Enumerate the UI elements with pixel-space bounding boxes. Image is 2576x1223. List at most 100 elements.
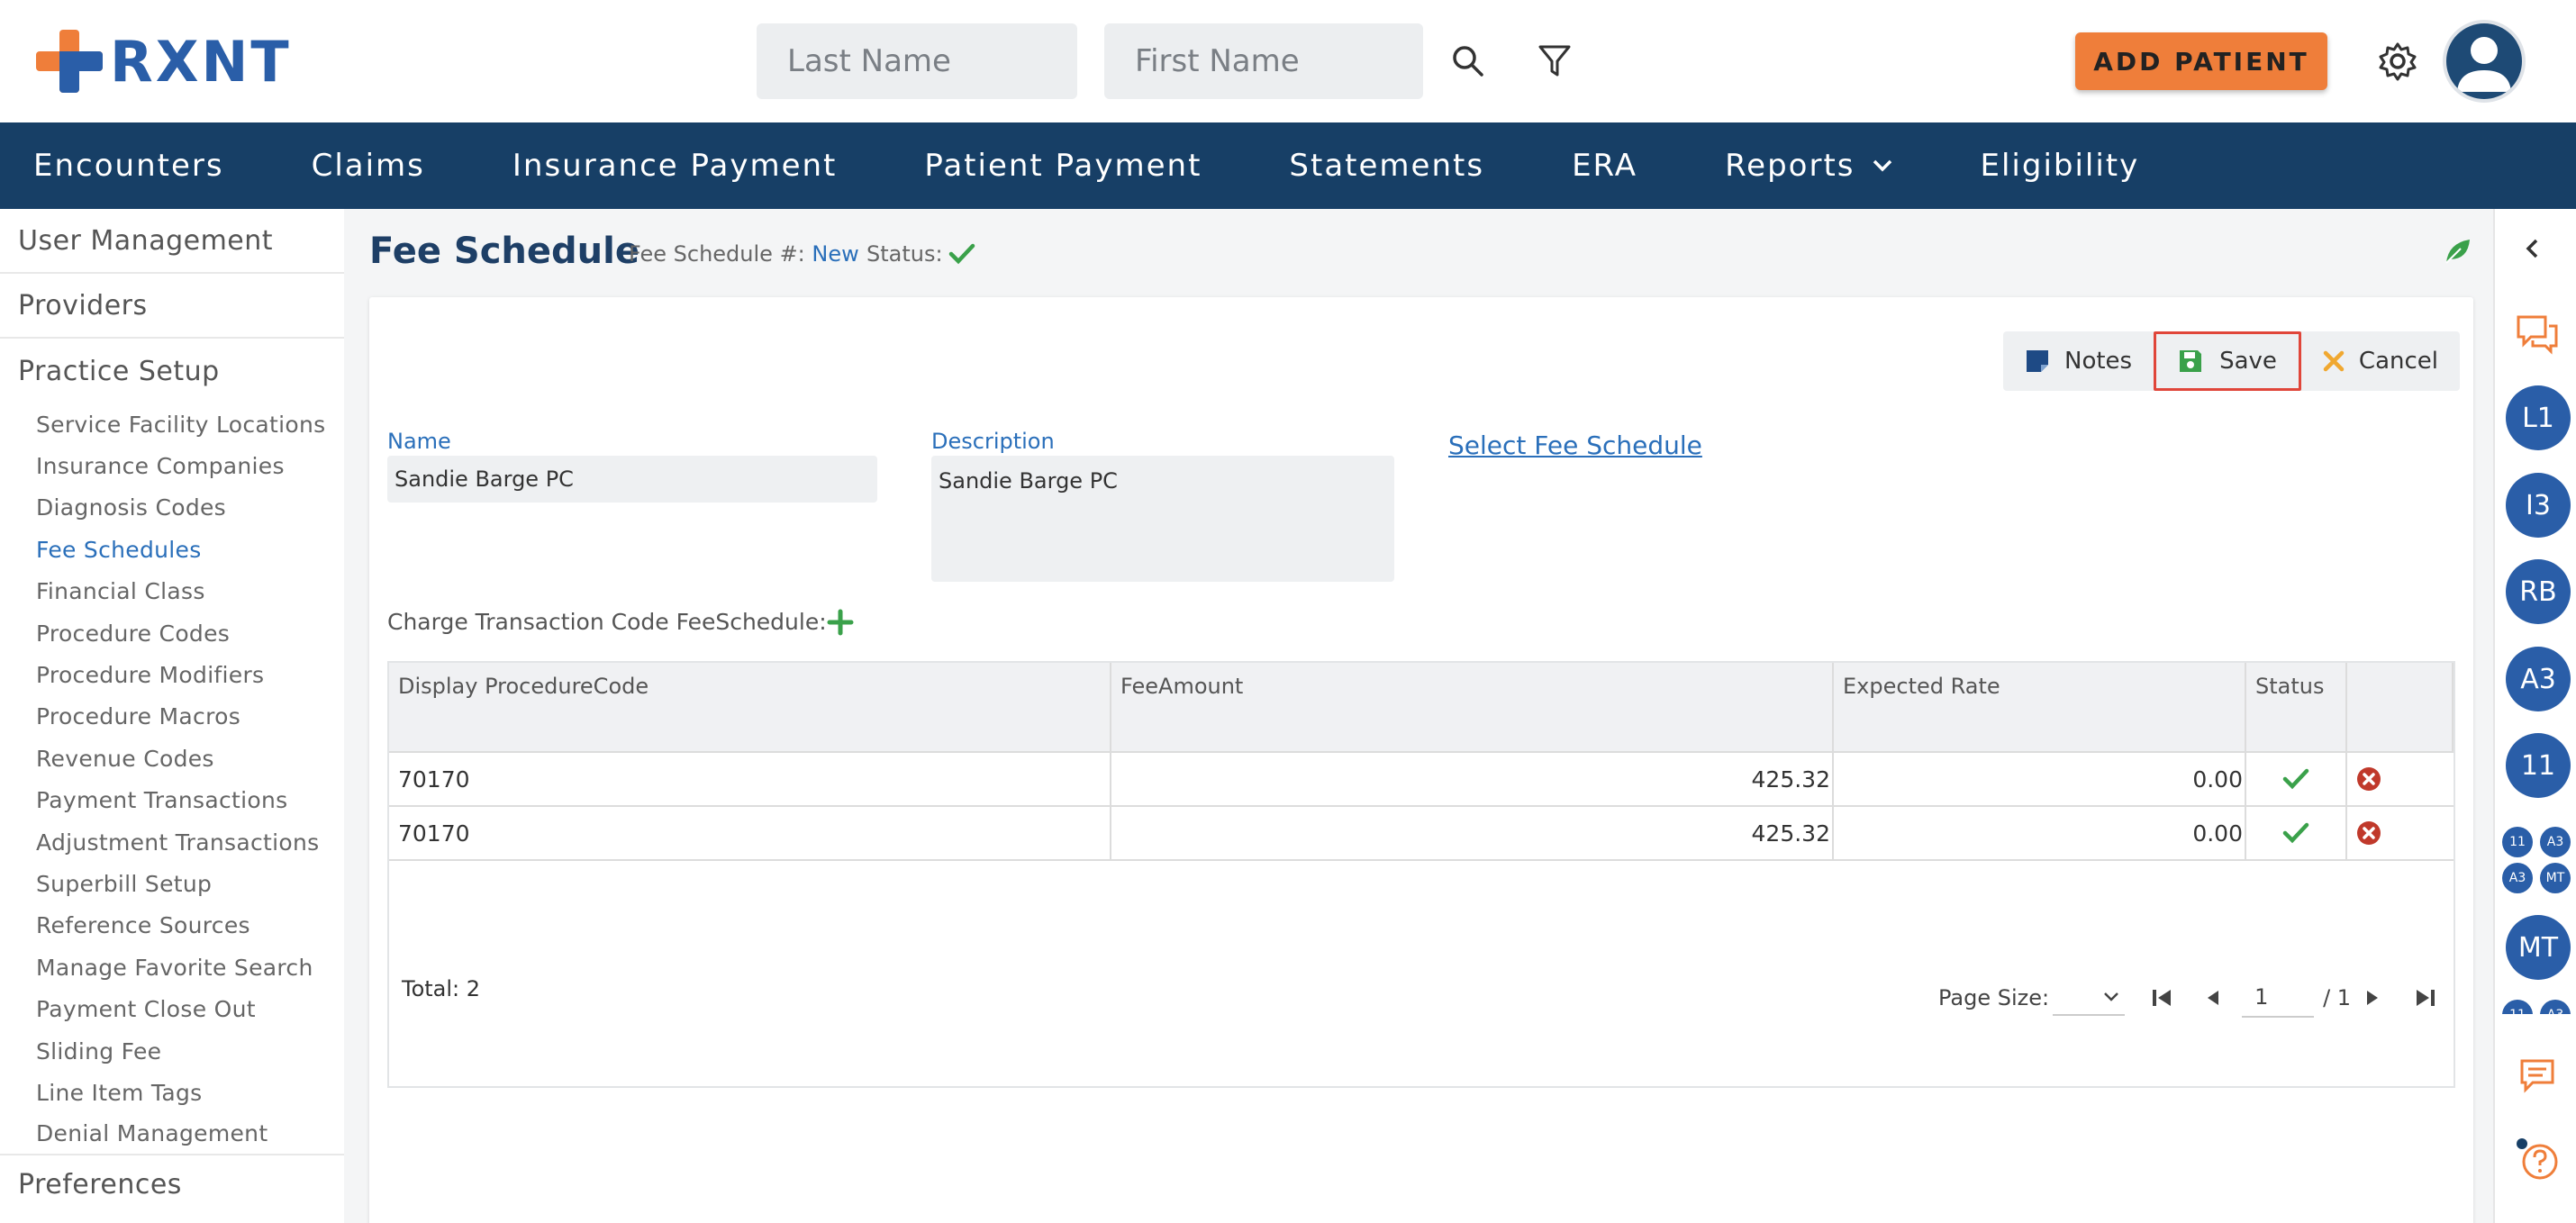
sidebar-item-insurance-companies[interactable]: Insurance Companies xyxy=(0,445,344,486)
first-name-input[interactable] xyxy=(1104,23,1423,99)
fee-schedule-grid: Display ProcedureCode FeeAmount Expected… xyxy=(387,661,2455,1088)
rail-mini-a3[interactable]: A3 xyxy=(2540,827,2571,857)
check-icon xyxy=(2282,768,2309,790)
fee-amount-cell[interactable]: 425.32 xyxy=(1111,753,1834,805)
sidebar-item-procedure-macros[interactable]: Procedure Macros xyxy=(0,696,344,738)
add-charge-plus-icon[interactable] xyxy=(827,609,854,639)
sidebar: User Management Providers Practice Setup… xyxy=(0,209,344,1223)
last-name-input[interactable] xyxy=(757,23,1077,99)
rail-mini-a3[interactable]: A3 xyxy=(2540,1000,2571,1014)
procedure-code-cell[interactable]: 70170 xyxy=(389,753,1111,805)
column-header-fee-amount[interactable]: FeeAmount xyxy=(1111,663,1834,751)
nav-patient-payment[interactable]: Patient Payment xyxy=(924,148,1202,184)
fee-amount-cell[interactable]: 425.32 xyxy=(1111,807,1834,859)
column-header-actions xyxy=(2347,663,2454,751)
search-icon[interactable] xyxy=(1443,36,1493,86)
page-title: Fee Schedule xyxy=(369,231,639,272)
sidebar-item-service-facility-locations[interactable]: Service Facility Locations xyxy=(0,403,344,445)
collapse-chevron-icon[interactable] xyxy=(2520,236,2545,265)
nav-reports[interactable]: Reports xyxy=(1725,148,1892,184)
sidebar-item-financial-class[interactable]: Financial Class xyxy=(0,571,344,612)
sidebar-item-payment-transactions[interactable]: Payment Transactions xyxy=(0,780,344,821)
sidebar-item-revenue-codes[interactable]: Revenue Codes xyxy=(0,738,344,779)
nav-insurance-payment[interactable]: Insurance Payment xyxy=(512,148,837,184)
sidebar-item-sliding-fee[interactable]: Sliding Fee xyxy=(0,1030,344,1072)
rail-mini-11[interactable]: 11 xyxy=(2502,1000,2533,1014)
description-field[interactable]: Sandie Barge PC xyxy=(931,456,1394,582)
nav-claims[interactable]: Claims xyxy=(312,148,425,184)
sidebar-item-manage-favorite-search[interactable]: Manage Favorite Search xyxy=(0,947,344,988)
table-row[interactable]: 70170 425.32 0.00 xyxy=(389,753,2454,807)
save-button[interactable]: Save xyxy=(2154,331,2301,391)
nav-statements[interactable]: Statements xyxy=(1289,148,1484,184)
nav-eligibility[interactable]: Eligibility xyxy=(1980,148,2139,184)
delete-row-icon[interactable] xyxy=(2347,753,2454,805)
notes-label: Notes xyxy=(2064,348,2133,375)
app-header: RXNT ADD PATIENT xyxy=(0,0,2576,122)
rail-button-11[interactable]: 11 xyxy=(2506,733,2571,798)
cancel-button[interactable]: Cancel xyxy=(2301,331,2460,391)
delete-row-icon[interactable] xyxy=(2347,807,2454,859)
nav-era[interactable]: ERA xyxy=(1572,148,1637,184)
chat-bubbles-icon[interactable] xyxy=(2515,313,2560,358)
close-icon xyxy=(2323,350,2345,372)
filter-icon[interactable] xyxy=(1529,36,1580,86)
help-icon[interactable] xyxy=(2515,1137,2560,1185)
rail-button-a3[interactable]: A3 xyxy=(2506,647,2571,711)
expected-rate-cell[interactable]: 0.00 xyxy=(1834,753,2246,805)
user-avatar-icon[interactable] xyxy=(2443,20,2526,103)
page-size-select[interactable] xyxy=(2053,980,2126,1016)
rail-button-i3[interactable]: I3 xyxy=(2506,473,2571,538)
rail-button-mt[interactable]: MT xyxy=(2506,915,2571,980)
first-page-icon[interactable] xyxy=(2145,980,2181,1016)
last-page-icon[interactable] xyxy=(2407,980,2443,1016)
grid-footer: Total: 2 Page Size: 1 / 1 xyxy=(389,951,2454,1086)
sidebar-item-superbill-setup[interactable]: Superbill Setup xyxy=(0,863,344,904)
select-fee-schedule-link[interactable]: Select Fee Schedule xyxy=(1448,430,1702,460)
add-patient-button[interactable]: ADD PATIENT xyxy=(2075,32,2327,90)
sidebar-item-payment-close-out[interactable]: Payment Close Out xyxy=(0,988,344,1029)
sidebar-item-diagnosis-codes[interactable]: Diagnosis Codes xyxy=(0,487,344,529)
rail-button-rb[interactable]: RB xyxy=(2506,559,2571,624)
sidebar-item-line-item-tags[interactable]: Line Item Tags xyxy=(0,1072,344,1113)
column-header-procedure-code[interactable]: Display ProcedureCode xyxy=(389,663,1111,751)
page-number-input[interactable]: 1 xyxy=(2242,978,2315,1018)
logo-cross-icon xyxy=(36,28,103,95)
notes-button[interactable]: Notes xyxy=(2003,331,2154,391)
message-icon[interactable] xyxy=(2518,1057,2556,1097)
column-header-expected-rate[interactable]: Expected Rate xyxy=(1834,663,2246,751)
table-row[interactable]: 70170 425.32 0.00 xyxy=(389,807,2454,861)
nav-encounters[interactable]: Encounters xyxy=(33,148,224,184)
sidebar-user-management[interactable]: User Management xyxy=(0,209,344,274)
save-label: Save xyxy=(2219,348,2277,375)
leaf-icon xyxy=(2443,236,2473,270)
description-label: Description xyxy=(931,429,1055,454)
status-cell xyxy=(2246,807,2347,859)
sidebar-item-procedure-codes[interactable]: Procedure Codes xyxy=(0,612,344,654)
previous-page-icon[interactable] xyxy=(2195,980,2231,1016)
rail-mini-a3[interactable]: A3 xyxy=(2502,863,2533,893)
next-page-icon[interactable] xyxy=(2354,980,2390,1016)
rxnt-logo[interactable]: RXNT xyxy=(36,27,292,95)
sidebar-providers[interactable]: Providers xyxy=(0,274,344,339)
sidebar-practice-setup[interactable]: Practice Setup xyxy=(0,339,344,403)
column-header-status[interactable]: Status xyxy=(2246,663,2347,751)
sidebar-preferences[interactable]: Preferences xyxy=(0,1155,344,1213)
expected-rate-cell[interactable]: 0.00 xyxy=(1834,807,2246,859)
right-rail: L1 I3 RB A3 11 11 A3 A3 MT MT 11 A3 xyxy=(2493,209,2576,1223)
sidebar-item-procedure-modifiers[interactable]: Procedure Modifiers xyxy=(0,654,344,695)
sidebar-item-reference-sources[interactable]: Reference Sources xyxy=(0,905,344,947)
gear-icon[interactable] xyxy=(2372,36,2423,86)
main-content: Fee Schedule Fee Schedule #: New Status:… xyxy=(344,209,2493,1223)
rail-button-l1[interactable]: L1 xyxy=(2506,385,2571,450)
rail-mini-11[interactable]: 11 xyxy=(2502,827,2533,857)
fee-schedule-number-label: Fee Schedule #: xyxy=(629,241,805,267)
sidebar-item-denial-management[interactable]: Denial Management xyxy=(0,1114,344,1156)
rail-mini-mt[interactable]: MT xyxy=(2540,863,2571,893)
sidebar-item-fee-schedules[interactable]: Fee Schedules xyxy=(0,529,344,570)
sidebar-item-adjustment-transactions[interactable]: Adjustment Transactions xyxy=(0,821,344,863)
nav-reports-label: Reports xyxy=(1725,148,1855,184)
name-field[interactable] xyxy=(387,456,877,503)
status-cell xyxy=(2246,753,2347,805)
procedure-code-cell[interactable]: 70170 xyxy=(389,807,1111,859)
